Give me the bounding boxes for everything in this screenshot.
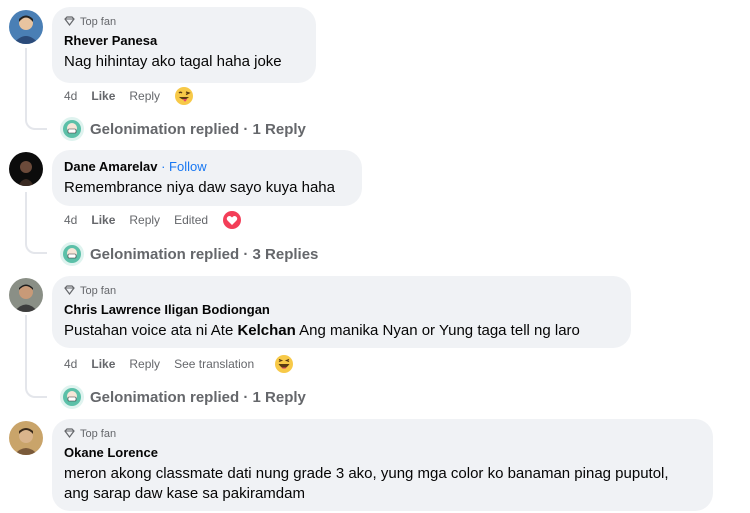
badge-label: Top fan: [80, 285, 117, 297]
thread-elbow: [25, 240, 47, 254]
comment-author-row: Dane Amarelav · Follow: [64, 158, 350, 175]
comment-text-pre: Pustahan voice ata ni Ate: [64, 322, 238, 339]
avatar[interactable]: [9, 278, 43, 312]
thread-elbow: [25, 384, 47, 398]
reply-button[interactable]: Reply: [129, 357, 160, 371]
view-replies-link[interactable]: Gelonimation replied · 1 Reply: [60, 385, 306, 409]
follow-separator: ·: [157, 159, 170, 174]
comment-time[interactable]: 4d: [64, 357, 77, 371]
reply-button[interactable]: Reply: [129, 89, 160, 103]
mention-link[interactable]: Kelchan: [237, 322, 295, 339]
avatar[interactable]: [9, 10, 43, 44]
view-replies-link[interactable]: Gelonimation replied · 3 Replies: [60, 242, 318, 266]
comment-text: Pustahan voice ata ni Ate Kelchan Ang ma…: [64, 321, 619, 341]
comment-author[interactable]: Chris Lawrence Iligan Bodiongan: [64, 301, 619, 318]
diamond-icon: [64, 15, 75, 29]
comment-author[interactable]: Rhever Panesa: [64, 32, 304, 49]
badge-label: Top fan: [80, 16, 117, 28]
reply-button[interactable]: Reply: [129, 213, 160, 227]
view-replies-link[interactable]: Gelonimation replied · 1 Reply: [60, 117, 306, 141]
comment-text: Remembrance niya daw sayo kuya haha: [64, 179, 335, 196]
comment-author[interactable]: Dane Amarelav: [64, 159, 157, 174]
comment-text: Nag hihintay ako tagal haha joke: [64, 53, 282, 70]
see-translation-link[interactable]: See translation: [174, 357, 254, 371]
comment-text-post: Ang manika Nyan or Yung taga tell ng lar…: [295, 322, 580, 339]
avatar: [60, 385, 84, 409]
comment-actions: 4d Like Reply Edited: [64, 210, 256, 230]
haha-tongue-emoji-icon[interactable]: [174, 86, 194, 106]
comment-bubble: Top fan Chris Lawrence Iligan Bodiongan …: [52, 276, 631, 348]
avatar[interactable]: [9, 421, 43, 455]
comment-bubble: Top fan Rhever Panesa Nag hihintay ako t…: [52, 7, 316, 83]
like-button[interactable]: Like: [91, 357, 115, 371]
top-fan-badge: Top fan: [64, 284, 619, 298]
love-heart-emoji-icon[interactable]: [222, 210, 242, 230]
like-button[interactable]: Like: [91, 89, 115, 103]
thread-line: [25, 48, 27, 118]
replies-summary[interactable]: Gelonimation replied · 1 Reply: [90, 121, 306, 138]
top-fan-badge: Top fan: [64, 427, 701, 441]
replies-summary[interactable]: Gelonimation replied · 3 Replies: [90, 246, 318, 263]
diamond-icon: [64, 284, 75, 298]
top-fan-badge: Top fan: [64, 15, 304, 29]
avatar[interactable]: [9, 152, 43, 186]
thread-line: [25, 192, 27, 242]
comment-author[interactable]: Okane Lorence: [64, 444, 701, 461]
comment-bubble: Top fan Okane Lorence meron akong classm…: [52, 419, 713, 511]
thread-line: [25, 315, 27, 385]
follow-button[interactable]: Follow: [169, 159, 207, 174]
avatar: [60, 117, 84, 141]
laugh-emoji-icon[interactable]: [274, 354, 294, 374]
badge-label: Top fan: [80, 428, 117, 440]
comment-bubble: Dane Amarelav · Follow Remembrance niya …: [52, 150, 362, 206]
comment-actions: 4d Like Reply See translation: [64, 354, 308, 374]
thread-elbow: [25, 116, 47, 130]
diamond-icon: [64, 427, 75, 441]
comment-time[interactable]: 4d: [64, 89, 77, 103]
replies-summary[interactable]: Gelonimation replied · 1 Reply: [90, 389, 306, 406]
edited-label[interactable]: Edited: [174, 213, 208, 227]
comment-text: meron akong classmate dati nung grade 3 …: [64, 465, 669, 502]
comment-time[interactable]: 4d: [64, 213, 77, 227]
like-button[interactable]: Like: [91, 213, 115, 227]
avatar: [60, 242, 84, 266]
comment-actions: 4d Like Reply: [64, 86, 208, 106]
